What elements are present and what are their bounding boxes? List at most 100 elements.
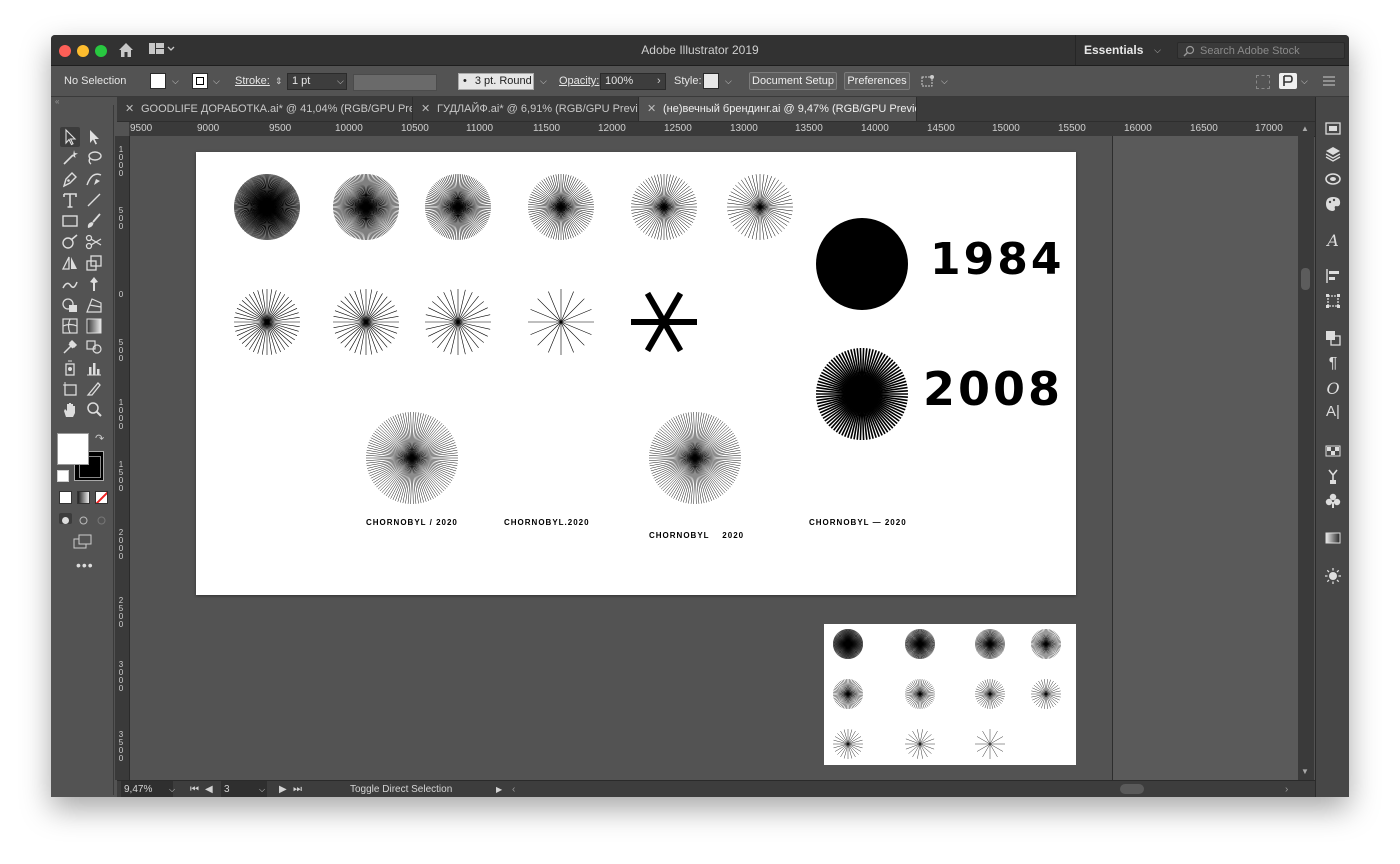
mesh-tool-icon[interactable]	[60, 316, 80, 336]
canvas-area[interactable]: 1984 2008 CHORNOBYL / 2020 CHORNOBYL.202…	[130, 136, 1298, 780]
line-segment-tool-icon[interactable]	[84, 190, 104, 210]
screen-mode-icon[interactable]	[73, 534, 93, 550]
creative-cloud-icon[interactable]	[1324, 170, 1342, 188]
direct-selection-tool-icon[interactable]	[84, 127, 104, 147]
zoom-tool-icon[interactable]	[84, 400, 104, 420]
scale-tool-icon[interactable]	[84, 253, 104, 273]
thumb-burst-0-1[interactable]	[905, 629, 935, 659]
scroll-right-icon[interactable]: ›	[1285, 781, 1288, 797]
curvature-tool-icon[interactable]	[84, 169, 104, 189]
starburst-8[interactable]	[333, 289, 399, 355]
color-mode-icon[interactable]	[59, 491, 72, 504]
thumb-burst-0-0[interactable]	[833, 629, 863, 659]
chevron-down-icon[interactable]: ⌵	[941, 66, 948, 96]
thumb-burst-1-2[interactable]	[975, 679, 1005, 709]
chevron-down-icon[interactable]: ⌵	[213, 66, 220, 96]
more-tools-icon[interactable]: •••	[76, 557, 94, 573]
artboard-main[interactable]: 1984 2008 CHORNOBYL / 2020 CHORNOBYL.202…	[196, 152, 1076, 595]
chevron-down-icon[interactable]: ⌵	[1301, 66, 1308, 96]
chornobyl-label-slash[interactable]: CHORNOBYL / 2020	[366, 518, 458, 527]
align-icon[interactable]	[1324, 267, 1342, 285]
zoom-field[interactable]: 9,47%	[121, 781, 173, 797]
first-artboard-icon[interactable]: ⏮	[190, 781, 199, 797]
appearance-icon[interactable]	[1324, 567, 1342, 585]
chevron-down-icon[interactable]: ⌵	[169, 781, 175, 797]
puppet-warp-tool-icon[interactable]	[84, 274, 104, 294]
vertical-scrollbar[interactable]: ▲ ▼	[1298, 122, 1314, 780]
chornobyl-label-space[interactable]: CHORNOBYL 2020	[649, 531, 744, 540]
column-graph-tool-icon[interactable]	[84, 358, 104, 378]
puppet-warp-icon[interactable]	[920, 74, 936, 88]
brush-definition-field[interactable]: • 3 pt. Round	[458, 73, 534, 90]
draw-normal-icon[interactable]	[59, 513, 72, 524]
reflect-tool-icon[interactable]	[60, 253, 80, 273]
lasso-tool-icon[interactable]	[84, 148, 104, 168]
blend-tool-icon[interactable]	[84, 337, 104, 357]
type-tool-icon[interactable]	[60, 190, 80, 210]
vertical-ruler[interactable]: 1000 500 0 500 1000 1500 2000 2500 3000 3500	[115, 136, 130, 780]
character-icon[interactable]: A|	[1324, 403, 1342, 421]
rectangle-tool-icon[interactable]	[60, 211, 80, 231]
panel-menu-icon[interactable]	[1323, 76, 1335, 86]
thumb-burst-2-0[interactable]	[833, 729, 863, 759]
swatches-icon[interactable]	[1324, 442, 1342, 460]
pathfinder-icon[interactable]	[1324, 329, 1342, 347]
gradient-tool-icon[interactable]	[84, 316, 104, 336]
paintbrush-tool-icon[interactable]	[84, 211, 104, 231]
horizontal-scroll-thumb[interactable]	[1120, 784, 1144, 794]
symbols-icon[interactable]	[1324, 492, 1342, 510]
starburst-chornobyl-1[interactable]	[366, 412, 458, 504]
stroke-stepper-icon[interactable]: ⇕	[275, 66, 283, 96]
swap-colors-icon[interactable]: ↷	[95, 433, 107, 445]
libraries-icon[interactable]	[1324, 119, 1342, 137]
shape-builder-tool-icon[interactable]	[60, 295, 80, 315]
chornobyl-label-dot[interactable]: CHORNOBYL.2020	[504, 518, 590, 527]
perspective-grid-tool-icon[interactable]	[84, 295, 104, 315]
selection-tool-icon[interactable]	[60, 127, 80, 147]
starburst-10[interactable]	[528, 289, 594, 355]
starburst-chornobyl-2[interactable]	[649, 412, 741, 504]
close-icon[interactable]: ✕	[125, 97, 135, 121]
magic-wand-tool-icon[interactable]	[60, 148, 80, 168]
tab-branding[interactable]: ✕ (не)вечный брендинг.ai @ 9,47% (RGB/GPU…	[639, 97, 917, 121]
thumb-burst-0-3[interactable]	[1031, 629, 1061, 659]
solid-circle-1984[interactable]	[816, 218, 908, 310]
close-icon[interactable]: ✕	[647, 97, 657, 121]
slice-tool-icon[interactable]	[84, 379, 104, 399]
starburst-4[interactable]	[528, 174, 594, 240]
scissors-tool-icon[interactable]	[84, 232, 104, 252]
paragraph-icon[interactable]: ¶	[1324, 355, 1342, 373]
fill-swatch[interactable]	[150, 73, 166, 89]
stroke-swatch[interactable]	[192, 73, 208, 89]
arrange-documents-icon[interactable]	[149, 42, 175, 56]
starburst-1[interactable]	[234, 174, 300, 240]
starburst-2[interactable]	[333, 174, 399, 240]
starburst-3[interactable]	[425, 174, 491, 240]
draw-behind-icon[interactable]	[77, 513, 90, 525]
minimize-window-button[interactable]	[77, 45, 89, 57]
opentype-icon[interactable]: O	[1324, 379, 1342, 398]
chevron-down-icon[interactable]: ⌵	[172, 66, 179, 96]
thumb-burst-1-3[interactable]	[1031, 679, 1061, 709]
starburst-2008[interactable]	[816, 348, 908, 440]
starburst-5[interactable]	[631, 174, 697, 240]
thumb-burst-2-2[interactable]	[975, 729, 1005, 759]
tab-goodlife-ru[interactable]: ✕ ГУДЛАЙФ.ai* @ 6,91% (RGB/GPU Preview)	[413, 97, 639, 121]
layers-icon[interactable]	[1324, 145, 1342, 163]
opacity-label[interactable]: Opacity:	[559, 66, 599, 96]
hand-tool-icon[interactable]	[60, 400, 80, 420]
graphic-style-swatch[interactable]	[703, 73, 719, 89]
transform-panel-icon[interactable]	[1279, 73, 1297, 89]
transform-icon[interactable]	[1324, 292, 1342, 310]
character-styles-icon[interactable]: A	[1324, 231, 1342, 250]
horizontal-ruler[interactable]: 9500 9000 9500 10000 10500 11000 11500 12000 125…	[129, 122, 1315, 137]
preferences-button[interactable]: Preferences	[844, 72, 910, 90]
tab-goodlife[interactable]: ✕ GOODLIFE ДОРАБОТКА.ai* @ 41,04% (RGB/GP…	[117, 97, 413, 121]
artboard-tool-icon[interactable]	[60, 379, 80, 399]
last-artboard-icon[interactable]: ⏭	[293, 781, 302, 797]
default-colors-icon[interactable]	[57, 470, 69, 482]
chevron-down-icon[interactable]: ⌵	[337, 66, 344, 96]
gradient-mode-icon[interactable]	[77, 491, 90, 504]
chornobyl-label-dash[interactable]: CHORNOBYL — 2020	[809, 518, 907, 527]
warp-tool-icon[interactable]	[60, 274, 80, 294]
